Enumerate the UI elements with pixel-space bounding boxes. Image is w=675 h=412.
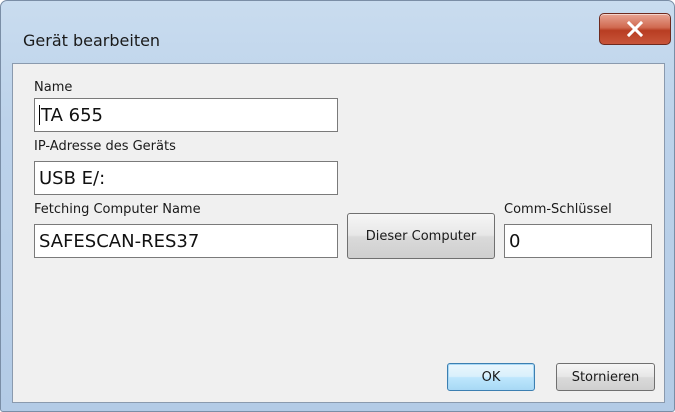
computer-name-value: SAFESCAN-RES37 [39,230,200,252]
comm-key-input[interactable]: 0 [504,224,652,258]
title-bar[interactable]: Gerät bearbeiten [1,1,675,61]
computer-name-label: Fetching Computer Name [34,202,201,217]
cancel-button[interactable]: Stornieren [556,363,655,391]
computer-name-input[interactable]: SAFESCAN-RES37 [34,224,338,258]
comm-key-value: 0 [509,230,521,252]
name-input[interactable]: TA 655 [34,98,338,132]
comm-key-label: Comm-Schlüssel [504,202,612,217]
dialog-content: Name TA 655 IP-Adresse des Geräts USB E/… [12,63,665,403]
dialog-window: Gerät bearbeiten Name TA 655 IP-Adresse … [0,0,675,412]
ip-address-label: IP-Adresse des Geräts [34,139,176,154]
window-title: Gerät bearbeiten [23,31,161,50]
ip-address-value: USB E/: [39,167,106,189]
this-computer-button[interactable]: Dieser Computer [347,213,495,259]
text-caret [39,105,40,125]
close-icon [626,20,644,38]
ok-button[interactable]: OK [447,363,535,391]
ip-address-input[interactable]: USB E/: [34,161,338,195]
name-value: TA 655 [41,104,103,126]
close-button[interactable] [599,13,671,45]
name-label: Name [34,80,73,95]
